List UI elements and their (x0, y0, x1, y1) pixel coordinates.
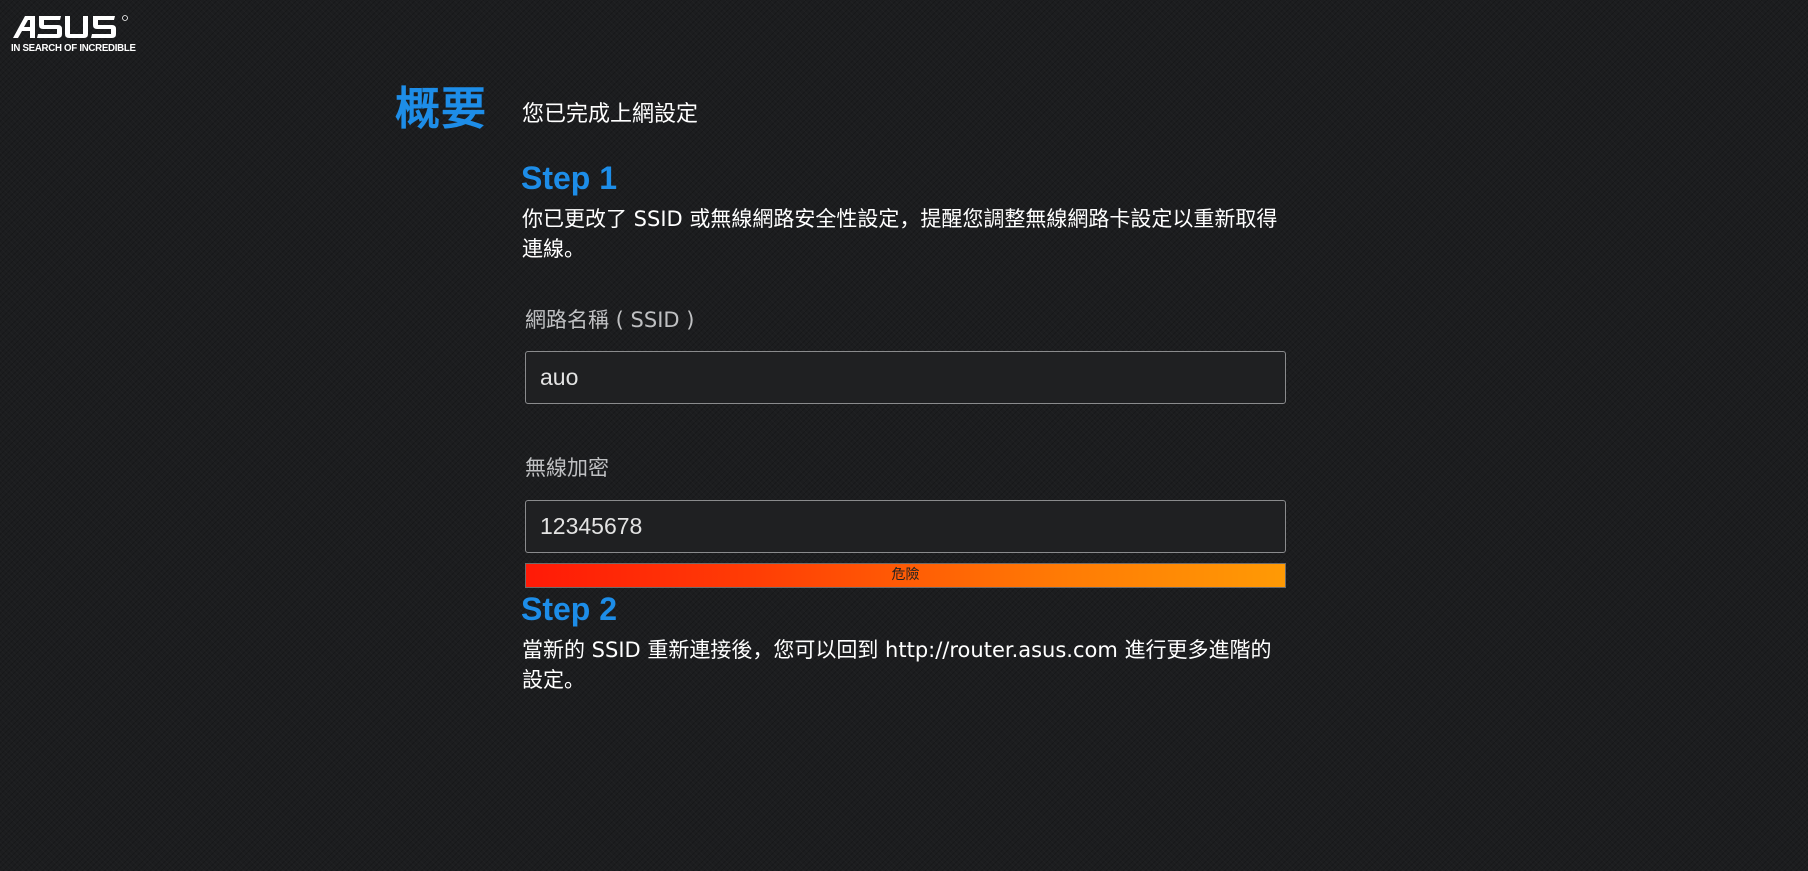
asus-logo-mark (13, 15, 128, 38)
step2-description: 當新的 SSID 重新連接後，您可以回到 http://router.asus.… (522, 638, 1272, 692)
logo-tagline: IN SEARCH OF INCREDIBLE (11, 42, 136, 54)
ssid-label: 網路名稱 ( SSID ) (525, 308, 695, 332)
ssid-input[interactable] (525, 351, 1286, 404)
page-title: 概要 (395, 82, 488, 135)
password-strength-bar: 危險 (525, 563, 1286, 588)
wireless-key-input[interactable] (525, 500, 1286, 553)
page-subtitle: 您已完成上網設定 (522, 102, 699, 127)
step1-heading: Step 1 (521, 160, 618, 196)
asus-logo: IN SEARCH OF INCREDIBLE (11, 14, 136, 56)
step2-heading: Step 2 (521, 591, 618, 627)
password-strength-label: 危險 (891, 567, 920, 583)
step1-description: 你已更改了 SSID 或無線網路安全性設定，提醒您調整無線網路卡設定以重新取得連… (522, 207, 1278, 261)
wireless-key-label: 無線加密 (525, 456, 609, 480)
